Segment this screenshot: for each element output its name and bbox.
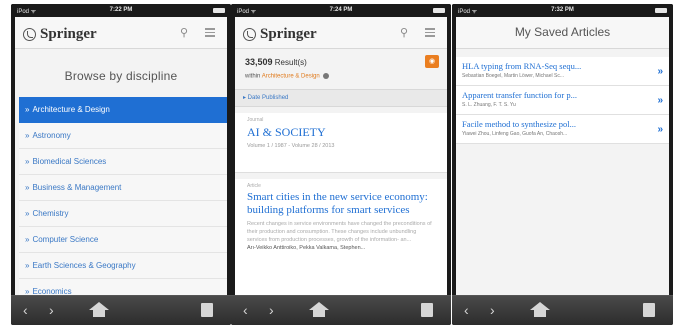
result-authors: Arı-Veikko Anttiroiko, Pekka Valkama, St…	[247, 245, 366, 251]
home-icon[interactable]	[530, 302, 550, 317]
search-icon[interactable]: ⚲	[397, 26, 411, 40]
saved-article-authors: S. L. Zhuang, F. T. S. Yu	[462, 102, 516, 108]
within-discipline-link[interactable]: Architecture & Design	[262, 74, 320, 80]
result-type: Article	[247, 183, 261, 189]
discipline-label: Computer Science	[32, 235, 99, 244]
app-navbar: Springer ⚲	[15, 17, 227, 49]
within-prefix: within	[245, 73, 261, 80]
discipline-label: Architecture & Design	[32, 105, 110, 114]
result-abstract: Recent changes in service environments h…	[247, 221, 432, 243]
app-screen: Springer ⚲ 33,509 Result(s) ◉ within Arc…	[235, 17, 447, 295]
springer-horse-icon	[23, 28, 36, 41]
discipline-label: Business & Management	[32, 183, 122, 192]
screenshot-collage: iPod ᯤ 7:22 PM Springer ⚲ Browse by disc…	[0, 0, 677, 329]
result-card-article[interactable]: Article Smart cities in the new service …	[235, 179, 447, 295]
results-number: 33,509	[245, 57, 273, 67]
clock: 7:32 PM	[551, 7, 574, 13]
saved-article-title[interactable]: HLA typing from RNA-Seq sequ...	[462, 61, 647, 71]
clock: 7:24 PM	[329, 7, 353, 13]
info-icon[interactable]	[323, 73, 330, 79]
result-card-journal[interactable]: Journal AI & SOCIETY Volume 1 / 1987 - V…	[235, 113, 447, 173]
forward-icon[interactable]: ›	[490, 302, 495, 318]
saved-article-title[interactable]: Apparent transfer function for p...	[462, 90, 647, 100]
status-bar: iPod ᯤ 7:32 PM	[452, 4, 673, 17]
saved-article-item[interactable]: Facile method to synthesize pol... Yiawe…	[456, 115, 669, 144]
result-type: Journal	[247, 117, 264, 123]
browser-toolbar: ‹ ›	[11, 295, 231, 325]
status-bar: iPod ᯤ 7:22 PM	[11, 4, 231, 17]
clock: 7:22 PM	[109, 7, 133, 13]
saved-article-authors: Sebastian Boegel, Martin Löwer, Michael …	[462, 73, 564, 79]
app-navbar: Springer ⚲	[235, 17, 447, 49]
discipline-list: » Architecture & Design » Astronomy » Biome…	[19, 97, 227, 295]
page-title: Browse by discipline	[64, 69, 178, 83]
forward-icon[interactable]: ›	[269, 302, 274, 318]
battery-icon	[213, 8, 225, 13]
bookmarks-icon[interactable]	[643, 303, 655, 317]
bookmarks-icon[interactable]	[421, 303, 433, 317]
chevron-right-icon[interactable]: »	[657, 95, 663, 106]
browser-toolbar: ‹ ›	[452, 295, 673, 325]
menu-icon[interactable]	[203, 26, 217, 40]
discipline-item-chemistry[interactable]: » Chemistry	[19, 201, 227, 227]
results-label: Result(s)	[274, 58, 307, 67]
app-screen: My Saved Articles HLA typing from RNA-Se…	[456, 17, 669, 295]
app-screen: Springer ⚲ Browse by discipline » Archite…	[15, 17, 227, 295]
chevron-right-icon[interactable]: »	[657, 66, 663, 77]
phone-saved-articles: iPod ᯤ 7:32 PM My Saved Articles HLA typ…	[452, 4, 673, 325]
discipline-item-astronomy[interactable]: » Astronomy	[19, 123, 227, 149]
rss-feed-icon[interactable]: ◉	[425, 55, 439, 68]
within-discipline: within Architecture & Design	[245, 73, 330, 80]
springer-logo[interactable]: Springer	[243, 26, 317, 43]
springer-horse-icon	[243, 28, 256, 41]
result-title[interactable]: Smart cities in the new service economy:…	[247, 191, 435, 217]
phone-browse-disciplines: iPod ᯤ 7:22 PM Springer ⚲ Browse by disc…	[11, 4, 231, 325]
battery-icon	[655, 8, 667, 13]
bookmarks-icon[interactable]	[201, 303, 213, 317]
springer-logo[interactable]: Springer	[23, 26, 97, 43]
back-icon[interactable]: ‹	[464, 302, 469, 318]
brand-name: Springer	[260, 26, 317, 42]
brand-name: Springer	[40, 26, 97, 42]
menu-icon[interactable]	[423, 26, 437, 40]
page-title: My Saved Articles	[456, 17, 669, 49]
discipline-item-architecture-design[interactable]: » Architecture & Design	[19, 97, 227, 123]
battery-icon	[433, 8, 445, 13]
browser-toolbar: ‹ ›	[231, 295, 451, 325]
result-title[interactable]: AI & SOCIETY	[247, 125, 435, 140]
discipline-label: Astronomy	[32, 131, 71, 140]
search-icon[interactable]: ⚲	[177, 26, 191, 40]
status-bar: iPod ᯤ 7:24 PM	[231, 4, 451, 17]
discipline-item-computer-science[interactable]: » Computer Science	[19, 227, 227, 253]
discipline-label: Earth Sciences & Geography	[32, 261, 136, 270]
chevron-right-icon[interactable]: »	[657, 124, 663, 135]
discipline-label: Economics	[32, 287, 72, 295]
result-volumes: Volume 1 / 1987 - Volume 28 / 2013	[247, 143, 335, 149]
discipline-label: Chemistry	[32, 209, 69, 218]
discipline-item-economics[interactable]: » Economics	[19, 279, 227, 295]
discipline-item-business-management[interactable]: » Business & Management	[19, 175, 227, 201]
home-icon[interactable]	[89, 302, 109, 317]
forward-icon[interactable]: ›	[49, 302, 54, 318]
discipline-item-earth-sciences[interactable]: » Earth Sciences & Geography	[19, 253, 227, 279]
saved-article-item[interactable]: Apparent transfer function for p... S. L…	[456, 86, 669, 115]
saved-article-title[interactable]: Facile method to synthesize pol...	[462, 119, 647, 129]
results-count: 33,509 Result(s)	[245, 57, 307, 67]
back-icon[interactable]: ‹	[23, 302, 28, 318]
back-icon[interactable]: ‹	[243, 302, 248, 318]
discipline-label: Biomedical Sciences	[32, 157, 107, 166]
filter-date-published[interactable]: ▸ Date Published	[235, 89, 447, 107]
discipline-item-biomedical-sciences[interactable]: » Biomedical Sciences	[19, 149, 227, 175]
phone-search-results: iPod ᯤ 7:24 PM Springer ⚲ 33,509 Result(…	[231, 4, 451, 325]
home-icon[interactable]	[309, 302, 329, 317]
saved-article-authors: Yiawei Zhou, Linfeng Gao, Guofa An, Chao…	[462, 131, 568, 137]
saved-article-item[interactable]: HLA typing from RNA-Seq sequ... Sebastia…	[456, 57, 669, 86]
